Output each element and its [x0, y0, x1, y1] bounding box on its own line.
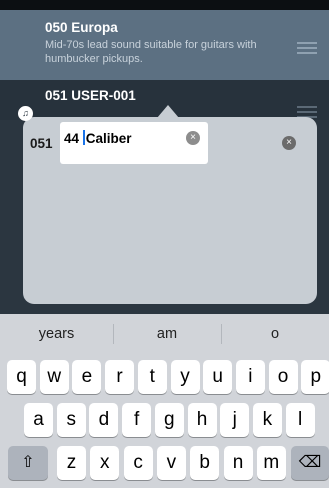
key-r[interactable]: r: [105, 360, 135, 394]
key-b[interactable]: b: [190, 446, 220, 480]
key-z[interactable]: z: [57, 446, 86, 480]
reorder-menu-icon[interactable]: [297, 42, 317, 54]
key-m[interactable]: m: [256, 446, 286, 480]
rename-popup: 051 44 Caliber × ×: [23, 117, 317, 304]
suggestion-item[interactable]: o: [221, 314, 329, 354]
patch-title: 051 USER-001: [45, 88, 136, 103]
shift-key[interactable]: ⇧: [8, 446, 48, 480]
keyboard: years am o qwertyuiop asdfghjkl zxcvbnm …: [0, 314, 329, 488]
close-popup-icon[interactable]: ×: [282, 136, 296, 150]
key-n[interactable]: n: [223, 446, 253, 480]
key-i[interactable]: i: [235, 360, 265, 394]
patch-name-field[interactable]: 44 Caliber ×: [60, 122, 208, 164]
key-c[interactable]: c: [123, 446, 153, 480]
key-g[interactable]: g: [154, 403, 184, 437]
key-a[interactable]: a: [24, 403, 53, 437]
suggestion-bar: years am o: [0, 314, 329, 354]
text-caret: [82, 130, 85, 145]
key-j[interactable]: j: [220, 403, 250, 437]
status-bar: [0, 0, 329, 10]
app-screen: 050 Europa Mid-70s lead sound suitable f…: [0, 0, 329, 488]
key-d[interactable]: d: [89, 403, 119, 437]
key-u[interactable]: u: [203, 360, 233, 394]
key-s[interactable]: s: [56, 403, 86, 437]
key-l[interactable]: l: [285, 403, 315, 437]
key-h[interactable]: h: [187, 403, 217, 437]
key-p[interactable]: p: [301, 360, 329, 394]
patch-title: 050 Europa: [45, 20, 118, 35]
patch-description: Mid-70s lead sound suitable for guitars …: [45, 39, 257, 65]
suggestion-item[interactable]: years: [0, 314, 113, 354]
patch-number-label: 051: [30, 136, 53, 151]
key-f[interactable]: f: [122, 403, 152, 437]
key-v[interactable]: v: [156, 446, 186, 480]
clear-text-icon[interactable]: ×: [186, 131, 200, 145]
speaker-icon[interactable]: ♫: [18, 106, 33, 121]
name-prefix: 44: [64, 131, 83, 146]
key-e[interactable]: e: [72, 360, 102, 394]
key-x[interactable]: x: [90, 446, 120, 480]
key-o[interactable]: o: [268, 360, 298, 394]
delete-key[interactable]: ⌫: [291, 446, 329, 480]
patch-list-item[interactable]: 050 Europa Mid-70s lead sound suitable f…: [0, 10, 329, 80]
key-q[interactable]: q: [7, 360, 36, 394]
key-t[interactable]: t: [137, 360, 167, 394]
name-suffix: Caliber: [85, 131, 132, 146]
key-k[interactable]: k: [252, 403, 282, 437]
key-w[interactable]: w: [39, 360, 69, 394]
suggestion-item[interactable]: am: [113, 314, 221, 354]
patch-name-text: 44 Caliber: [64, 130, 132, 146]
key-y[interactable]: y: [170, 360, 200, 394]
